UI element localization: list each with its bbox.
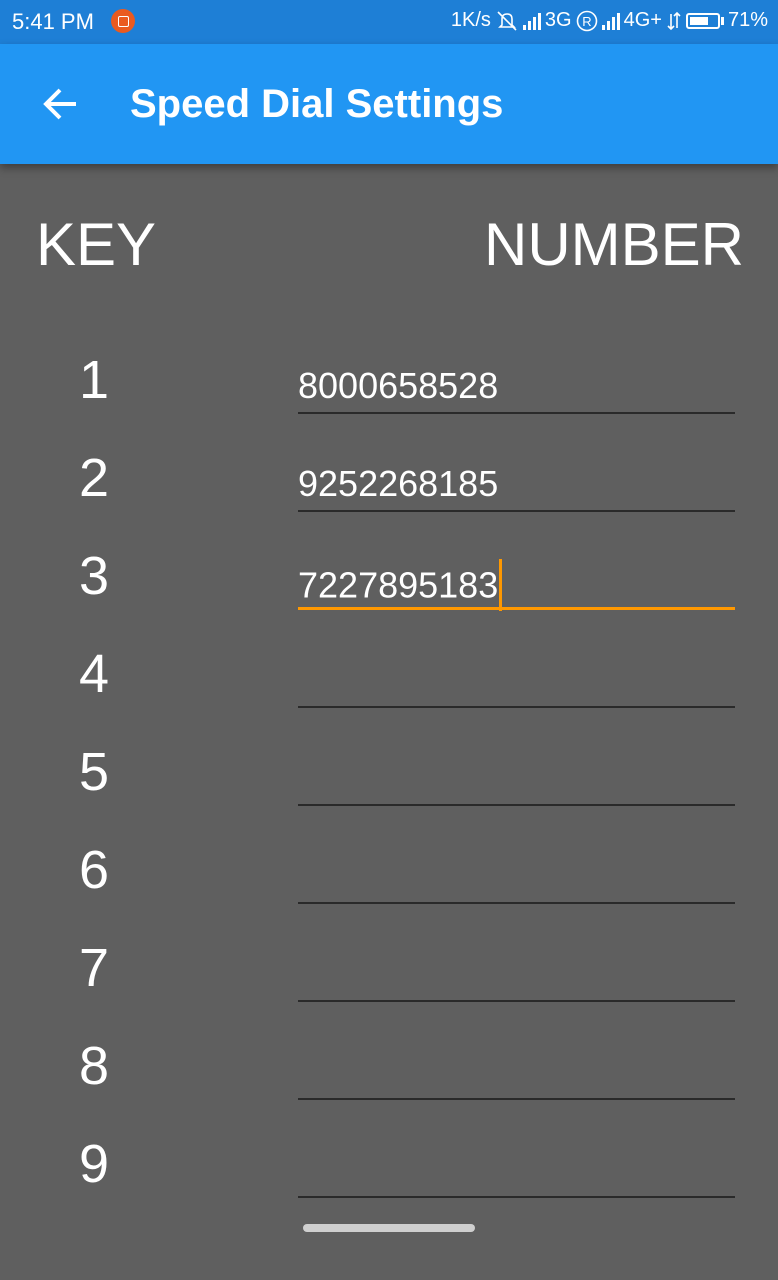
speed-dial-key: 6 [78, 840, 110, 900]
app-notification-icon [111, 9, 135, 33]
speed-dial-list: KEY NUMBER 1 8000658528 2 9252268185 3 722789… [0, 164, 778, 1280]
phone-number-value: 9252268185 [298, 463, 499, 504]
phone-number-input[interactable]: 8000658528 [298, 356, 735, 414]
back-button[interactable] [28, 72, 92, 136]
status-bar: 5:41 PM 1K/s 3G R 4G+ 71% [0, 0, 778, 44]
battery-icon [685, 12, 724, 29]
scroll-indicator[interactable] [303, 1224, 475, 1232]
speed-dial-row: 5 [0, 728, 778, 826]
roaming-r-icon: R [576, 10, 597, 31]
phone-number-input[interactable]: 7227895183 [298, 552, 735, 611]
phone-number-value: 8000658528 [298, 365, 499, 406]
phone-number-input[interactable] [298, 1140, 735, 1198]
phone-number-input[interactable] [298, 846, 735, 904]
speed-dial-key: 8 [78, 1036, 110, 1096]
phone-number-input[interactable] [298, 650, 735, 708]
svg-text:R: R [582, 14, 591, 29]
speed-dial-row: 9 [0, 1120, 778, 1218]
battery-percent: 71% [727, 9, 768, 31]
phone-number-value: 7227895183 [298, 559, 503, 614]
phone-number-input[interactable]: 9252268185 [298, 454, 735, 512]
arrow-back-icon [43, 88, 76, 120]
speed-dial-row: 4 [0, 630, 778, 728]
page-title: Speed Dial Settings [130, 82, 504, 126]
network-speed: 1K/s [450, 9, 491, 31]
app-bar: Speed Dial Settings [0, 44, 778, 164]
number-column-header: NUMBER [483, 211, 744, 278]
network-type-1: 3G [544, 9, 572, 31]
speed-dial-row: 2 9252268185 [0, 434, 778, 532]
phone-number-input[interactable] [298, 944, 735, 1002]
speed-dial-key: 7 [78, 938, 110, 998]
vibrate-muted-icon [497, 10, 517, 31]
signal-strength-1-icon [522, 12, 541, 30]
speed-dial-key: 2 [78, 448, 110, 508]
key-column-header: KEY [36, 211, 157, 278]
data-transfer-icon [667, 11, 681, 30]
speed-dial-key: 1 [78, 350, 110, 410]
speed-dial-key: 5 [78, 742, 110, 802]
phone-number-input[interactable] [298, 1042, 735, 1100]
speed-dial-row: 1 8000658528 [0, 336, 778, 434]
signal-strength-2-icon [601, 12, 620, 30]
status-icons: 1K/s 3G R 4G+ 71% [451, 9, 768, 32]
network-type-2: 4G+ [623, 9, 662, 31]
speed-dial-row: 8 [0, 1022, 778, 1120]
text-cursor [499, 559, 503, 611]
phone-number-input[interactable] [298, 748, 735, 806]
speed-dial-row: 7 [0, 924, 778, 1022]
speed-dial-row: 6 [0, 826, 778, 924]
speed-dial-row: 3 7227895183 [0, 532, 778, 630]
speed-dial-key: 3 [78, 546, 110, 606]
speed-dial-key: 4 [78, 644, 110, 704]
speed-dial-key: 9 [78, 1134, 110, 1194]
status-time: 5:41 PM [12, 9, 94, 34]
